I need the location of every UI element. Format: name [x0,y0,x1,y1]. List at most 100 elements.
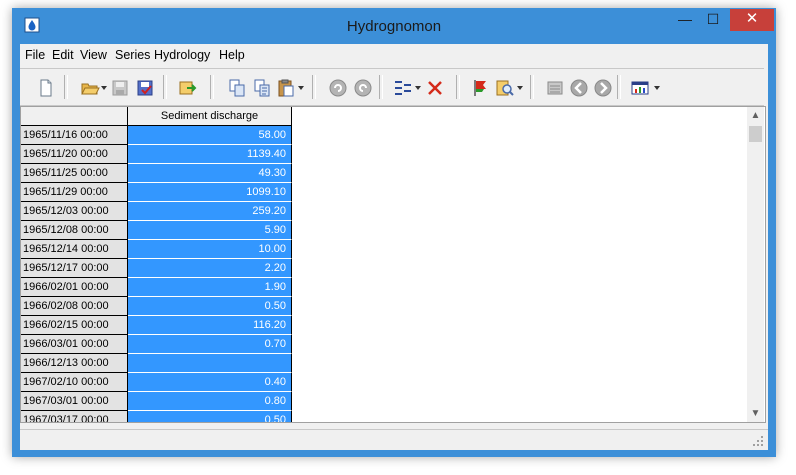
toolbar-separator [617,75,621,99]
forward-icon[interactable] [593,78,613,98]
row-date[interactable]: 1966/02/08 00:00 [21,297,128,316]
table-row[interactable]: 1967/03/17 00:00 0.50 [21,411,292,422]
scroll-down-button[interactable]: ▼ [747,405,764,422]
row-date[interactable]: 1967/02/10 00:00 [21,373,128,392]
paste-icon[interactable] [276,78,296,98]
minimize-button[interactable]: — [672,9,698,31]
row-date[interactable]: 1965/11/20 00:00 [21,145,128,164]
grid-corner[interactable] [21,107,128,126]
row-value[interactable]: 116.20 [128,316,292,335]
row-value[interactable]: 1099.10 [128,183,292,202]
menu-help[interactable]: Help [219,48,245,62]
table-row[interactable]: 1965/11/29 00:00 1099.10 [21,183,292,202]
client-area: File Edit View Series Hydrology Help Sed… [20,44,768,450]
app-window: Hydrognomon — ☐ ✕ File Edit View Series … [12,8,776,457]
table-row[interactable]: 1967/02/10 00:00 0.40 [21,373,292,392]
copy-special-icon[interactable] [252,78,272,98]
redo-icon[interactable] [353,78,373,98]
table-row[interactable]: 1966/12/13 00:00 [21,354,292,373]
table-row[interactable]: 1966/03/01 00:00 0.70 [21,335,292,354]
row-date[interactable]: 1965/11/25 00:00 [21,164,128,183]
menu-hydrology[interactable]: Hydrology [154,48,210,62]
row-date[interactable]: 1965/12/03 00:00 [21,202,128,221]
undo-icon[interactable] [328,78,348,98]
new-document-icon[interactable] [36,78,56,98]
row-value[interactable]: 259.20 [128,202,292,221]
table-row[interactable]: 1967/03/01 00:00 0.80 [21,392,292,411]
toolbar-separator [379,75,383,99]
table-row[interactable]: 1966/02/15 00:00 116.20 [21,316,292,335]
row-value[interactable]: 58.00 [128,126,292,145]
row-date[interactable]: 1966/02/15 00:00 [21,316,128,335]
open-folder-icon[interactable] [80,78,100,98]
toolbar-separator [530,75,534,99]
row-date[interactable]: 1967/03/17 00:00 [21,411,128,422]
chart-dropdown-icon[interactable] [654,85,660,91]
menu-file[interactable]: File [25,48,45,62]
toolbar-separator [312,75,316,99]
copy-icon[interactable] [227,78,247,98]
save-icon[interactable] [110,78,130,98]
row-date[interactable]: 1965/12/17 00:00 [21,259,128,278]
row-date[interactable]: 1965/11/16 00:00 [21,126,128,145]
table-row[interactable]: 1965/12/14 00:00 10.00 [21,240,292,259]
app-logo-icon [24,17,40,33]
table-row[interactable]: 1966/02/08 00:00 0.50 [21,297,292,316]
row-value[interactable]: 1.90 [128,278,292,297]
row-date[interactable]: 1965/12/14 00:00 [21,240,128,259]
row-date[interactable]: 1965/12/08 00:00 [21,221,128,240]
vertical-scrollbar[interactable]: ▲ ▼ [747,107,764,422]
insert-dropdown-icon[interactable] [415,85,421,91]
toolbar-separator [456,75,460,99]
row-date[interactable]: 1966/02/01 00:00 [21,278,128,297]
row-value[interactable]: 1139.40 [128,145,292,164]
table-row[interactable]: 1965/11/20 00:00 1139.40 [21,145,292,164]
row-value[interactable] [128,354,292,373]
toolbar-separator [163,75,167,99]
row-value[interactable]: 0.70 [128,335,292,354]
row-date[interactable]: 1965/11/29 00:00 [21,183,128,202]
paste-dropdown-icon[interactable] [298,85,304,91]
scroll-up-button[interactable]: ▲ [747,107,764,124]
open-dropdown-icon[interactable] [101,85,107,91]
row-value[interactable]: 5.90 [128,221,292,240]
menu-bar: File Edit View Series Hydrology Help [20,44,768,66]
save-checked-icon[interactable] [135,78,155,98]
window-title: Hydrognomon [346,18,442,35]
title-bar[interactable]: Hydrognomon — ☐ ✕ [12,8,776,44]
flag-icon[interactable] [471,78,491,98]
row-value[interactable]: 0.40 [128,373,292,392]
menu-edit[interactable]: Edit [52,48,74,62]
close-button[interactable]: ✕ [730,9,774,31]
chart-icon[interactable] [630,78,650,98]
insert-row-icon[interactable] [393,78,413,98]
table-row[interactable]: 1966/02/01 00:00 1.90 [21,278,292,297]
table-row[interactable]: 1965/12/03 00:00 259.20 [21,202,292,221]
table-row[interactable]: 1965/11/16 00:00 58.00 [21,126,292,145]
menu-series[interactable]: Series [115,48,150,62]
row-value[interactable]: 10.00 [128,240,292,259]
find-dropdown-icon[interactable] [517,85,523,91]
table-row[interactable]: 1965/12/08 00:00 5.90 [21,221,292,240]
scroll-thumb[interactable] [749,126,762,142]
row-value[interactable]: 0.50 [128,297,292,316]
import-icon[interactable] [178,78,198,98]
row-value[interactable]: 0.50 [128,411,292,422]
maximize-button[interactable]: ☐ [700,9,726,31]
data-grid[interactable]: Sediment discharge 1965/11/16 00:00 58.0… [20,106,766,423]
calculator-icon[interactable] [545,78,565,98]
find-icon[interactable] [495,78,515,98]
table-row[interactable]: 1965/11/25 00:00 49.30 [21,164,292,183]
menu-view[interactable]: View [80,48,107,62]
resize-grip-icon[interactable] [752,435,764,447]
row-date[interactable]: 1967/03/01 00:00 [21,392,128,411]
column-header-sediment-discharge[interactable]: Sediment discharge [128,107,292,126]
back-icon[interactable] [569,78,589,98]
row-date[interactable]: 1966/03/01 00:00 [21,335,128,354]
table-row[interactable]: 1965/12/17 00:00 2.20 [21,259,292,278]
row-value[interactable]: 2.20 [128,259,292,278]
row-value[interactable]: 49.30 [128,164,292,183]
row-date[interactable]: 1966/12/13 00:00 [21,354,128,373]
row-value[interactable]: 0.80 [128,392,292,411]
delete-icon[interactable] [425,78,445,98]
